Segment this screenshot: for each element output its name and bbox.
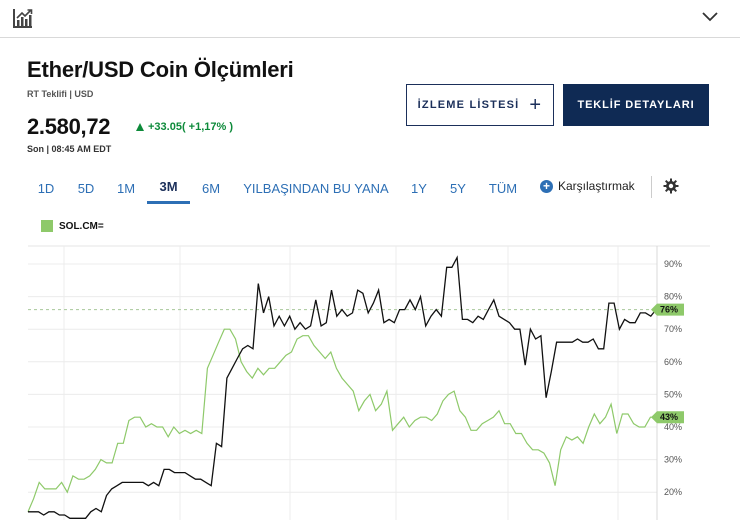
divider	[651, 176, 652, 198]
chart-grid	[28, 245, 710, 520]
last-update-time: Son | 08:45 AM EDT	[27, 144, 112, 154]
plus-circle-icon: +	[540, 179, 553, 193]
legend-label: SOL.CM=	[59, 220, 104, 232]
quote-source: RT Teklifi | USD	[27, 89, 94, 99]
tab-1m[interactable]: 1M	[108, 172, 144, 204]
tab-5y[interactable]: 5Y	[443, 172, 473, 204]
plus-icon: +	[529, 94, 543, 116]
price-chart[interactable]: 90% 80% 70% 60% 50% 40% 30% 20% 76% 43%	[0, 240, 740, 522]
y-tick-label: 40%	[664, 422, 682, 432]
quote-details-button-label: TEKLİF DETAYLARI	[577, 99, 695, 111]
range-tabs: 1D 5D 1M 3M 6M YILBAŞINDAN BU YANA 1Y 5Y…	[27, 172, 717, 204]
y-tick-label: 70%	[664, 324, 682, 334]
watchlist-button[interactable]: İZLEME LİSTESİ +	[406, 84, 554, 126]
tab-3m[interactable]: 3M	[147, 172, 190, 204]
tab-1y[interactable]: 1Y	[404, 172, 434, 204]
last-price: 2.580,72	[27, 114, 111, 139]
line-chart-icon[interactable]	[12, 7, 34, 29]
y-tick-label: 50%	[664, 389, 682, 399]
tab-all[interactable]: TÜM	[484, 172, 522, 204]
chevron-down-icon[interactable]	[701, 10, 719, 24]
tab-1d[interactable]: 1D	[27, 172, 65, 204]
y-tick-label: 30%	[664, 455, 682, 465]
y-tick-label: 90%	[664, 259, 682, 269]
compare-label: Karşılaştırmak	[558, 179, 635, 193]
price-change: +33.05( +1,17% )	[136, 121, 233, 133]
y-tick-label: 20%	[664, 487, 682, 497]
price-change-value: +33.05( +1,17% )	[148, 121, 234, 133]
legend-swatch	[41, 220, 53, 232]
up-arrow-icon	[136, 123, 144, 131]
watchlist-button-label: İZLEME LİSTESİ	[417, 99, 520, 111]
page-title: Ether/USD Coin Ölçümleri	[27, 57, 294, 82]
chart-legend: SOL.CM=	[41, 220, 104, 232]
compare-button[interactable]: + Karşılaştırmak	[540, 172, 635, 200]
tab-ytd[interactable]: YILBAŞINDAN BU YANA	[238, 172, 394, 204]
sol-last-tag: 43%	[660, 412, 678, 422]
tab-5d[interactable]: 5D	[68, 172, 104, 204]
y-axis: 90% 80% 70% 60% 50% 40% 30% 20%	[664, 259, 682, 497]
y-tick-label: 60%	[664, 357, 682, 367]
sol-series-line	[27, 328, 656, 513]
tab-6m[interactable]: 6M	[194, 172, 228, 204]
y-tick-label: 80%	[664, 292, 682, 302]
top-bar	[0, 0, 740, 38]
gear-icon[interactable]	[663, 178, 679, 194]
eth-last-tag: 76%	[660, 305, 678, 315]
quote-details-button[interactable]: TEKLİF DETAYLARI	[563, 84, 709, 126]
